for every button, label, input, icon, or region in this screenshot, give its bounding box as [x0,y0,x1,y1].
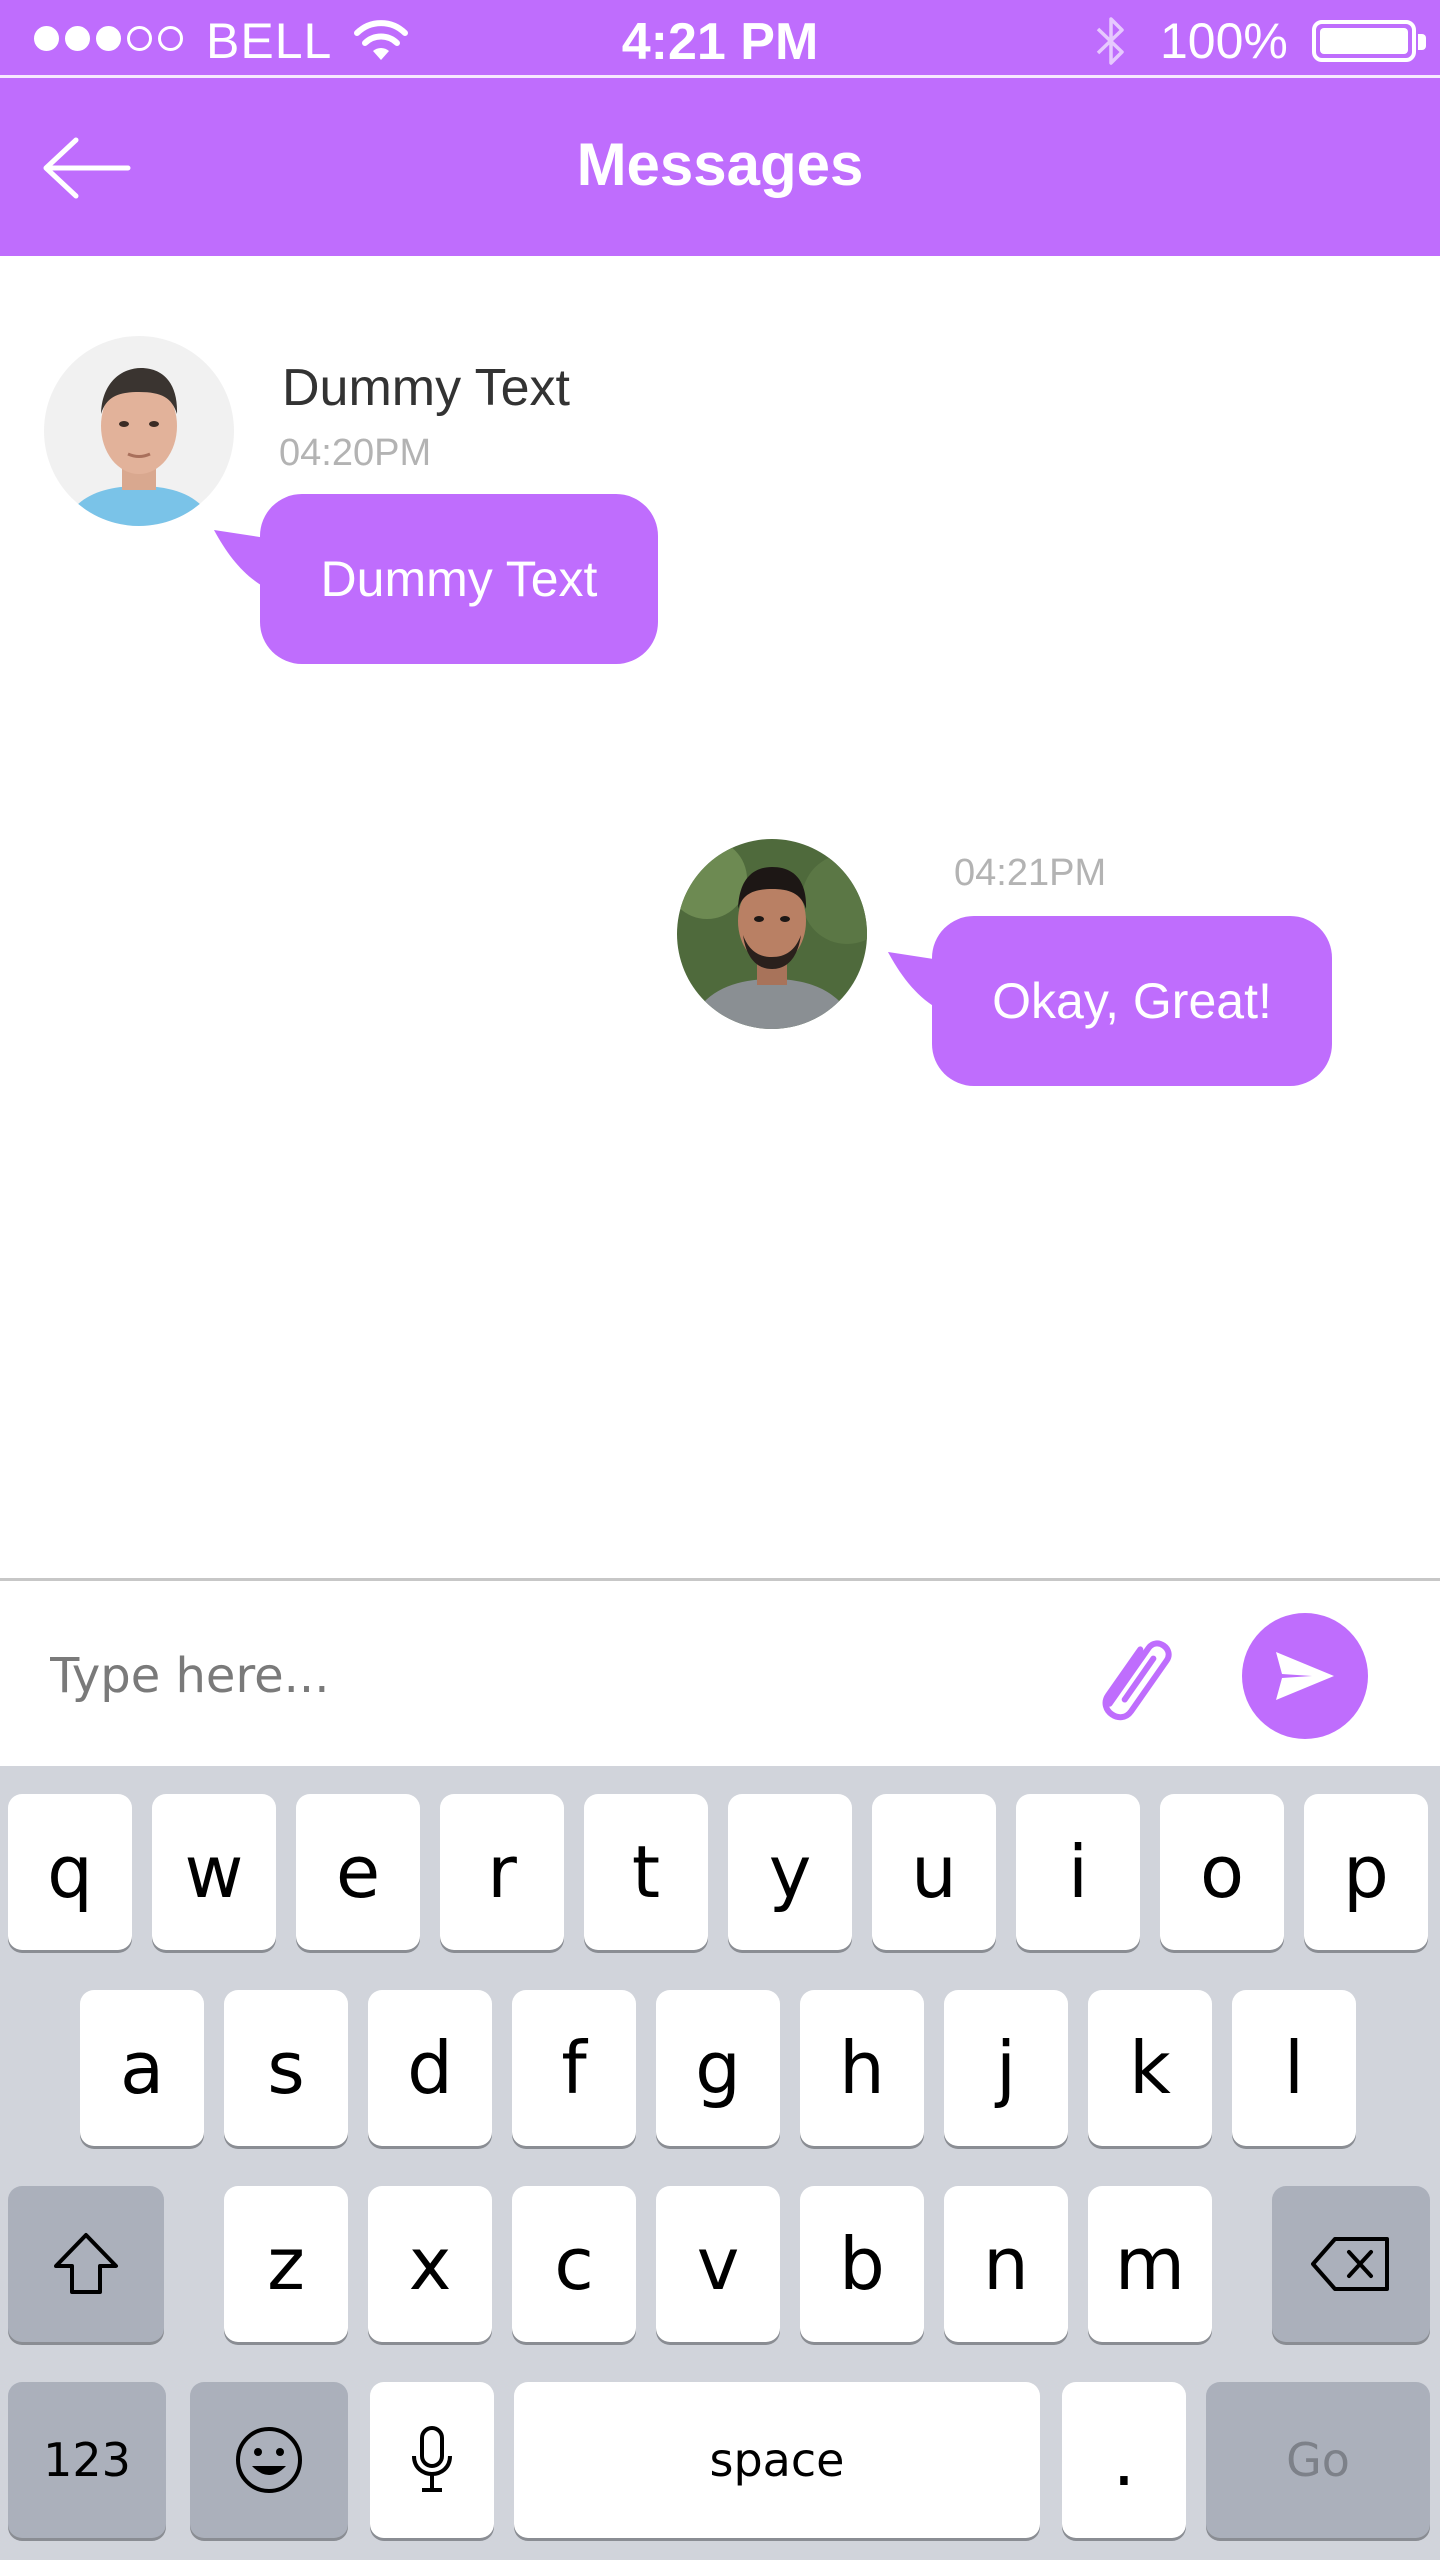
key-a[interactable]: a [80,1990,204,2146]
user-photo-icon [44,336,234,526]
key-b[interactable]: b [800,2186,924,2342]
key-m[interactable]: m [1088,2186,1212,2342]
keyboard: q w e r t y u i o p a s d f g h j k l z … [0,1766,1440,2560]
battery-icon [1312,20,1426,62]
key-i[interactable]: i [1016,1794,1140,1950]
emoji-key[interactable] [190,2382,348,2538]
key-r[interactable]: r [440,1794,564,1950]
shift-arrow-icon [54,2233,118,2294]
message-composer [0,1578,1440,1766]
key-g[interactable]: g [656,1990,780,2146]
emoji-icon [236,2427,302,2493]
status-bar: BELL 4:21 PM 100% [0,0,1440,78]
key-k[interactable]: k [1088,1990,1212,2146]
bluetooth-icon [1096,17,1124,65]
message-input[interactable] [50,1631,1030,1721]
key-d[interactable]: d [368,1990,492,2146]
backspace-icon [1311,2237,1389,2291]
period-key[interactable]: . [1062,2382,1186,2538]
key-x[interactable]: x [368,2186,492,2342]
message-timestamp: 04:21PM [954,852,1107,894]
backspace-key[interactable] [1272,2186,1430,2342]
shift-key[interactable] [8,2186,164,2342]
key-e[interactable]: e [296,1794,420,1950]
microphone-icon [412,2426,452,2492]
key-z[interactable]: z [224,2186,348,2342]
key-y[interactable]: y [728,1794,852,1950]
user-photo-icon [677,839,867,1029]
dictation-key[interactable] [370,2382,494,2538]
key-u[interactable]: u [872,1794,996,1950]
key-p[interactable]: p [1304,1794,1428,1950]
message-timestamp: 04:20PM [279,432,432,474]
numbers-key[interactable]: 123 [8,2382,166,2538]
go-key[interactable]: Go [1206,2382,1430,2538]
message-bubble[interactable]: Dummy Text [260,494,658,664]
key-q[interactable]: q [8,1794,132,1950]
message-text: Dummy Text [320,551,598,607]
key-n[interactable]: n [944,2186,1068,2342]
key-l[interactable]: l [1232,1990,1356,2146]
key-j[interactable]: j [944,1990,1068,2146]
key-t[interactable]: t [584,1794,708,1950]
page-title: Messages [576,131,864,198]
avatar[interactable] [677,839,867,1029]
space-key[interactable]: space [514,2382,1040,2538]
send-icon [1276,1652,1334,1700]
app-header: Messages [0,78,1440,256]
send-button[interactable] [1242,1613,1368,1739]
key-o[interactable]: o [1160,1794,1284,1950]
key-f[interactable]: f [512,1990,636,2146]
key-w[interactable]: w [152,1794,276,1950]
key-s[interactable]: s [224,1990,348,2146]
paperclip-icon[interactable] [1086,1619,1196,1737]
battery-percentage: 100% [1160,13,1288,69]
avatar[interactable] [44,336,234,526]
sender-name: Dummy Text [282,359,570,417]
key-h[interactable]: h [800,1990,924,2146]
key-c[interactable]: c [512,2186,636,2342]
message-text: Okay, Great! [992,973,1272,1029]
key-v[interactable]: v [656,2186,780,2342]
message-bubble[interactable]: Okay, Great! [932,916,1332,1086]
